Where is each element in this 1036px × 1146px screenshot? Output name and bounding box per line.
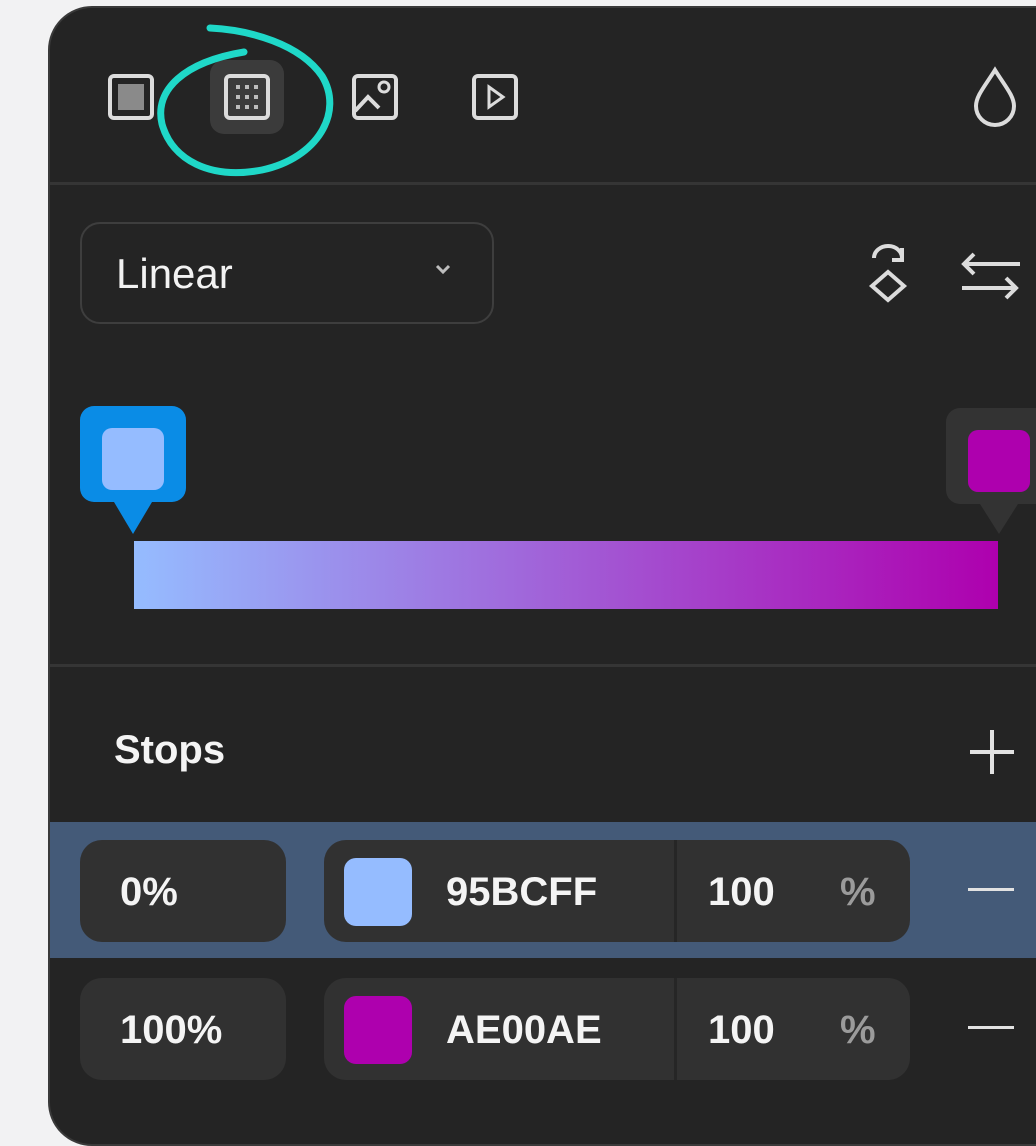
toolbar-divider (50, 182, 1036, 185)
stop-position-value: 0% (120, 870, 178, 914)
stop-color-swatch[interactable] (344, 858, 412, 926)
fill-image-button[interactable] (344, 66, 406, 128)
gradient-stop-handle-end[interactable] (946, 408, 1036, 538)
swap-icon[interactable] (956, 248, 1026, 304)
gradient-type-dropdown[interactable]: Linear (80, 222, 494, 324)
fill-panel: Linear Stops 0% 95BCFF 100 % 100% AE00AE… (48, 6, 1036, 1146)
stop-hex-value[interactable]: AE00AE (446, 1008, 602, 1053)
stop-position-field[interactable]: 100% (80, 978, 286, 1080)
gradient-type-label: Linear (116, 250, 233, 297)
gradient-preview-bar[interactable] (134, 541, 998, 609)
field-separator (674, 840, 677, 942)
rotate-icon[interactable] (860, 242, 916, 306)
fill-video-icon (472, 74, 518, 120)
opacity-drop-icon[interactable] (970, 66, 1020, 128)
field-separator (674, 978, 677, 1080)
chevron-down-icon (435, 264, 451, 275)
stop-hex-value[interactable]: 95BCFF (446, 870, 597, 915)
gradient-stop-handle-start[interactable] (80, 406, 186, 538)
stop-opacity-unit: % (840, 1008, 876, 1052)
fill-gradient-icon (224, 74, 270, 120)
fill-solid-icon (108, 74, 154, 120)
stop-opacity-value[interactable]: 100 (708, 1008, 775, 1053)
fill-solid-button[interactable] (100, 66, 162, 128)
remove-stop-button[interactable] (968, 1026, 1014, 1029)
gradient-divider (50, 664, 1036, 667)
stops-title: Stops (114, 728, 226, 772)
stop-row-1[interactable]: 100% AE00AE 100 % (50, 960, 1036, 1096)
fill-image-icon (352, 74, 398, 120)
stop-color-field[interactable]: 95BCFF 100 % (324, 840, 910, 942)
stop-position-field[interactable]: 0% (80, 840, 286, 942)
fill-video-button[interactable] (464, 66, 526, 128)
remove-stop-button[interactable] (968, 888, 1014, 891)
handle-end-swatch (968, 430, 1030, 492)
stop-row-0[interactable]: 0% 95BCFF 100 % (50, 822, 1036, 958)
stop-position-value: 100% (120, 1008, 223, 1052)
handle-start-swatch (102, 428, 164, 490)
stop-opacity-unit: % (840, 870, 876, 914)
plus-icon[interactable] (968, 728, 1016, 776)
fill-gradient-button[interactable] (210, 60, 284, 134)
stop-color-swatch[interactable] (344, 996, 412, 1064)
stop-opacity-value[interactable]: 100 (708, 870, 775, 915)
stop-color-field[interactable]: AE00AE 100 % (324, 978, 910, 1080)
